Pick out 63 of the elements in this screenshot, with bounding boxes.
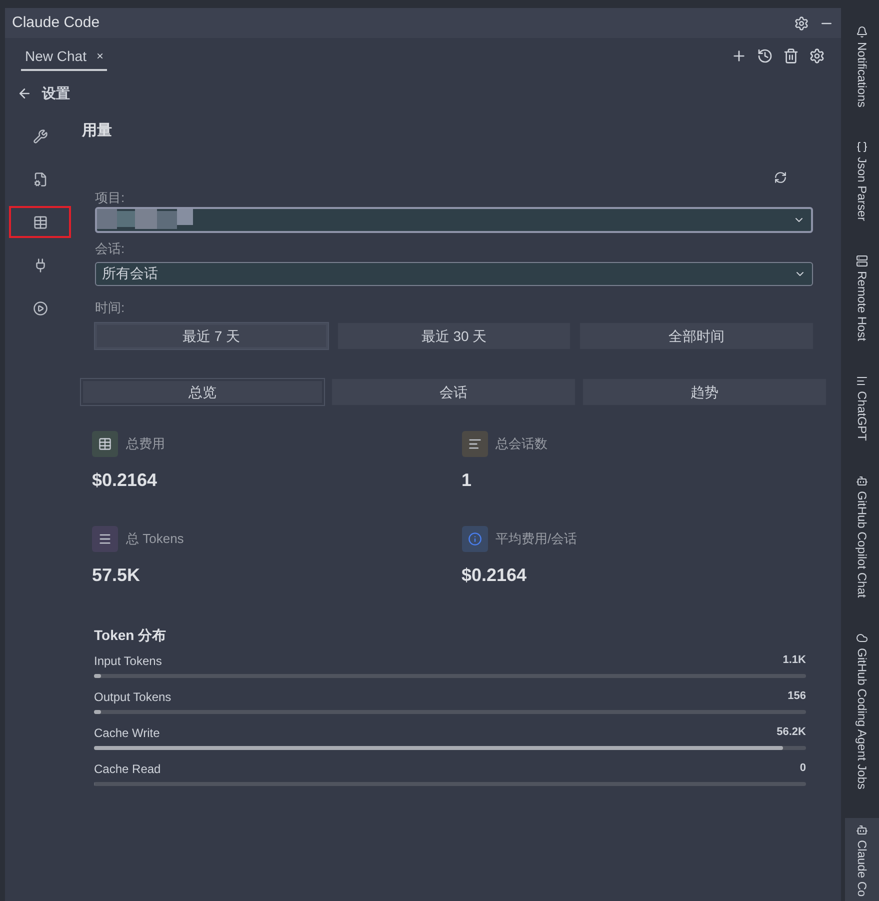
token-value: 156 [788, 689, 806, 704]
history-icon[interactable] [757, 48, 773, 64]
refresh-icon[interactable] [774, 170, 787, 184]
stat-label: 总 Tokens [126, 530, 184, 548]
side-tool-tab[interactable]: Remote Host [845, 249, 879, 348]
stat-label: 平均费用/会话 [496, 530, 578, 548]
time-range-button[interactable]: 全部时间 [580, 323, 813, 349]
tool-icon [856, 141, 868, 154]
section-title: Token 分布 [94, 626, 168, 645]
side-tool-tab[interactable]: Notifications [845, 20, 879, 114]
tool-icon [856, 375, 868, 388]
side-tool-tab[interactable]: Claude Co [845, 818, 879, 901]
field-label: 会话: [95, 240, 126, 258]
doc-gear-icon [32, 172, 48, 186]
wrench-icon [32, 128, 48, 144]
close-button[interactable]: × [96, 47, 104, 65]
view-tab[interactable]: 趋势 [583, 379, 826, 405]
stat-label: 总会话数 [496, 435, 548, 454]
token-value: 1.1K [782, 653, 806, 668]
project-dropdown[interactable] [95, 207, 813, 233]
window-title: Claude Code [12, 12, 100, 33]
field-label: 时间: [95, 298, 126, 316]
nav-item[interactable] [9, 206, 71, 238]
lines-icon [468, 437, 482, 451]
side-tool-tab[interactable]: GitHub Copilot Chat [845, 469, 879, 604]
side-tool-tab[interactable]: GitHub Coding Agent Jobs [845, 626, 879, 796]
tool-icon [856, 255, 868, 268]
token-value: 56.2K [776, 725, 806, 740]
tool-icon [856, 824, 868, 836]
view-tab[interactable]: 会话 [332, 379, 575, 405]
back-icon[interactable] [17, 86, 32, 100]
table-icon [98, 437, 112, 451]
token-label: Output Tokens [94, 689, 172, 706]
settings-icon[interactable] [809, 48, 825, 64]
field-label: 项目: [95, 188, 126, 206]
stat-value: 1 [462, 469, 473, 492]
page-title: 用量 [82, 121, 113, 141]
token-label: Cache Write [94, 725, 160, 742]
settings-icon[interactable] [794, 16, 809, 30]
tool-icon [856, 475, 868, 488]
time-range-button[interactable]: 最近 30 天 [338, 323, 570, 349]
stat-label: 总费用 [126, 435, 165, 454]
side-tool-tab[interactable]: Json Parser [845, 135, 879, 228]
side-tool-tab[interactable]: ChatGPT [845, 369, 879, 448]
stat-value: $0.2164 [92, 469, 158, 492]
menu-icon [98, 532, 112, 546]
time-range-button[interactable]: 最近 7 天 [95, 323, 328, 349]
play-icon [32, 300, 48, 316]
chat-tab[interactable]: New Chat × [21, 42, 108, 70]
view-tab[interactable]: 总览 [81, 379, 324, 405]
token-label: Input Tokens [94, 653, 162, 670]
tool-icon [856, 26, 868, 38]
tool-icon [856, 632, 868, 644]
stat-value: 57.5K [92, 564, 142, 587]
session-dropdown[interactable]: 所有会话 [95, 262, 813, 286]
token-label: Cache Read [94, 761, 161, 778]
info-icon [468, 532, 482, 546]
table-icon [32, 214, 48, 230]
trash-icon[interactable] [783, 48, 799, 64]
add-icon[interactable] [731, 48, 747, 64]
back-link[interactable]: 设置 [42, 82, 70, 104]
stat-value: $0.2164 [462, 564, 528, 587]
token-value: 0 [800, 761, 806, 776]
